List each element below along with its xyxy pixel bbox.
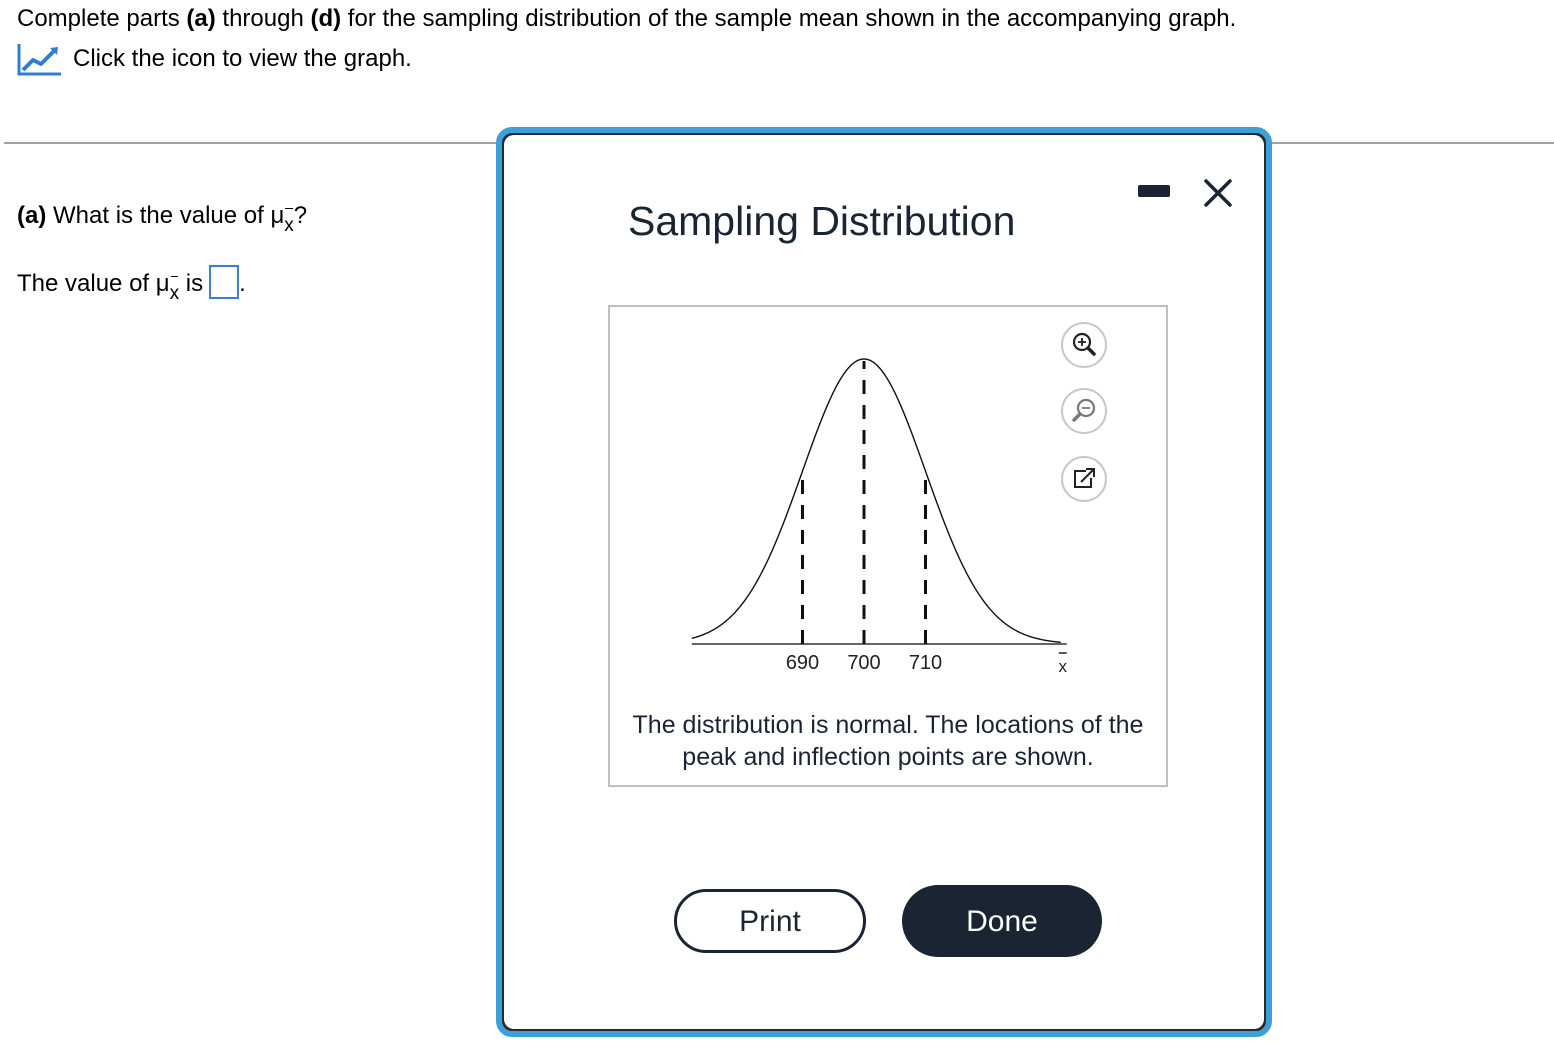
question-a: (a) What is the value of μ x? — [17, 201, 308, 236]
x-axis-label: x — [1059, 657, 1068, 676]
instruction-part-a: (a) — [186, 5, 216, 32]
graph-caption: The distribution is normal. The location… — [610, 709, 1166, 773]
dialog-title: Sampling Distribution — [628, 198, 1016, 244]
minimize-icon[interactable] — [1138, 185, 1170, 197]
sampling-distribution-dialog: Sampling Distribution 690 700 710 x The … — [496, 127, 1272, 1037]
x-bar-line — [285, 208, 293, 209]
view-graph-label: Click the icon to view the graph. — [73, 45, 412, 72]
dialog-body: Sampling Distribution 690 700 710 x The … — [504, 135, 1264, 1029]
x-bar-subscript: x — [284, 208, 294, 241]
instruction-suffix: for the sampling distribution of the sam… — [341, 5, 1237, 32]
x-subscript: x — [284, 215, 294, 236]
instruction-text: Complete parts (a) through (d) for the s… — [17, 4, 1236, 34]
x-tick-label: 700 — [847, 652, 880, 674]
answer-a-input[interactable] — [209, 264, 240, 299]
question-a-text: What is the value of — [46, 202, 271, 229]
mu-symbol: μx — [270, 201, 293, 236]
x-tick-label: 690 — [786, 652, 819, 674]
line-chart-icon[interactable] — [17, 42, 63, 76]
done-button[interactable]: Done — [902, 885, 1102, 957]
answer-a-prefix: The value of — [17, 270, 156, 297]
caption-line-2: peak and inflection points are shown. — [682, 743, 1094, 771]
x-bar-line — [170, 276, 179, 277]
instruction-prefix: Complete parts — [17, 5, 187, 32]
print-button[interactable]: Print — [674, 889, 866, 953]
question-a-label: (a) — [17, 202, 47, 229]
open-external-icon[interactable] — [1061, 456, 1107, 502]
x-subscript: x — [169, 283, 180, 304]
graph-figure: 690 700 710 x The distribution is normal… — [608, 305, 1168, 787]
answer-a-is: is — [179, 270, 204, 297]
answer-a-line: The value of μx is. — [17, 264, 246, 304]
mu-symbol: μx — [155, 269, 179, 304]
view-graph-link[interactable]: Click the icon to view the graph. — [17, 42, 412, 76]
zoom-in-icon[interactable] — [1061, 322, 1107, 368]
instruction-part-d: (d) — [310, 5, 342, 32]
answer-a-end: . — [239, 270, 246, 297]
normal-curve-chart: 690 700 710 x — [691, 322, 1107, 676]
x-tick-label: 710 — [909, 652, 942, 674]
mu-glyph: μ — [270, 202, 285, 229]
close-icon[interactable] — [1198, 173, 1238, 213]
x-bar-subscript: x — [169, 276, 180, 309]
zoom-out-icon[interactable] — [1061, 388, 1107, 434]
caption-line-1: The distribution is normal. The location… — [632, 711, 1144, 739]
instruction-middle: through — [215, 5, 311, 32]
mu-glyph: μ — [155, 270, 170, 297]
normal-curve — [691, 358, 1061, 643]
question-a-end: ? — [293, 202, 308, 229]
